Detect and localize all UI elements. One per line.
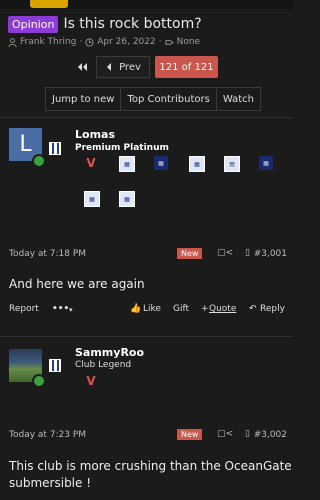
post-username[interactable]: SammyRoo (75, 346, 144, 359)
reply-arrow-icon: ↶ (249, 304, 257, 314)
post-body-line: submersible ! (9, 476, 92, 490)
post-date[interactable]: Today at 7:18 PM (9, 249, 86, 259)
prev-page-button[interactable]: Prev (96, 56, 150, 78)
thread-tags: None (176, 37, 201, 47)
v-trophy-icon: V (86, 374, 96, 388)
trophy-badge-icon: ▦ (119, 156, 135, 172)
share-icon[interactable]: ▢< (217, 248, 233, 258)
online-status-icon (32, 154, 46, 168)
user-icon (8, 37, 17, 47)
chevron-down-icon: ▾ (69, 306, 73, 314)
post-number[interactable]: #3,001 (254, 249, 287, 259)
reply-button[interactable]: Reply (260, 304, 285, 314)
prev-label: Prev (119, 61, 141, 73)
thread-title: Is this rock bottom? (63, 16, 202, 32)
post-body-line: This club is more crushing than the Ocea… (9, 459, 292, 473)
like-button[interactable]: Like (143, 304, 161, 314)
post-actions: Report ••• ▾ 👍 Like Gift + Quote ↶ Reply (9, 304, 287, 318)
chevron-left-icon (107, 63, 112, 71)
trophy-badge-icon: ▦ (189, 156, 205, 172)
trophy-badge-icon: ▦ (259, 156, 273, 170)
quote-plus-icon: + (201, 304, 209, 314)
thread-title-row: Opinion Is this rock bottom? (8, 14, 202, 34)
post-meta: Today at 7:18 PM New ▢< ▯ #3,001 (9, 247, 287, 261)
share-icon[interactable]: ▢< (217, 429, 233, 439)
club-flag-icon (49, 142, 61, 155)
character-trophy-icon: ☺ (225, 157, 237, 169)
thread-author[interactable]: Frank Thring (20, 37, 76, 47)
trophy-badge-icon: ▦ (119, 191, 135, 207)
post-number[interactable]: #3,002 (254, 430, 287, 440)
pagination: Prev 121 of 121 (0, 56, 293, 78)
more-options-button[interactable]: ••• (52, 304, 69, 314)
double-chevron-left-icon (78, 63, 87, 71)
first-page-button[interactable] (68, 56, 96, 78)
club-flag-icon (49, 359, 61, 372)
trophy-badge-icon: ▦ (154, 156, 168, 170)
gift-button[interactable]: Gift (173, 304, 189, 314)
post-username[interactable]: Lomas (75, 128, 115, 141)
online-status-icon (32, 374, 46, 388)
opinion-badge[interactable]: Opinion (8, 15, 59, 33)
v-trophy-icon: V (86, 156, 96, 170)
trophy-badge-icon: ▦ (84, 191, 100, 207)
post-body: And here we are again (9, 277, 145, 291)
tag-icon (165, 39, 174, 45)
tab-jump-to-new[interactable]: Jump to new (46, 88, 122, 110)
thread-date[interactable]: Apr 26, 2022 (97, 37, 156, 47)
like-icon: 👍 (130, 304, 142, 314)
report-button[interactable]: Report (9, 304, 39, 314)
post-meta: Today at 7:23 PM New ▢< ▯ #3,002 (9, 428, 287, 442)
site-header-strip (0, 0, 293, 9)
thread-tabs: Jump to new Top Contributors Watch (45, 87, 261, 111)
post-date[interactable]: Today at 7:23 PM (9, 430, 86, 440)
tab-top-contributors[interactable]: Top Contributors (121, 88, 217, 110)
tab-watch[interactable]: Watch (217, 88, 260, 110)
thread-meta: Frank Thring · Apr 26, 2022 · None (8, 37, 200, 47)
new-badge: New (177, 429, 203, 440)
bookmark-icon[interactable]: ▯ (245, 429, 250, 439)
divider (0, 117, 293, 118)
quote-button[interactable]: Quote (209, 304, 236, 314)
meta-separator: · (79, 37, 83, 47)
clock-icon (85, 37, 94, 47)
user-title: Club Legend (75, 360, 132, 370)
new-badge: New (177, 248, 203, 259)
site-logo[interactable] (30, 0, 68, 8)
page-selector[interactable]: 121 of 121 (155, 56, 218, 78)
user-title: Premium Platinum (75, 143, 169, 153)
meta-separator: · (158, 37, 162, 47)
bookmark-icon[interactable]: ▯ (245, 248, 250, 258)
divider (0, 336, 293, 337)
